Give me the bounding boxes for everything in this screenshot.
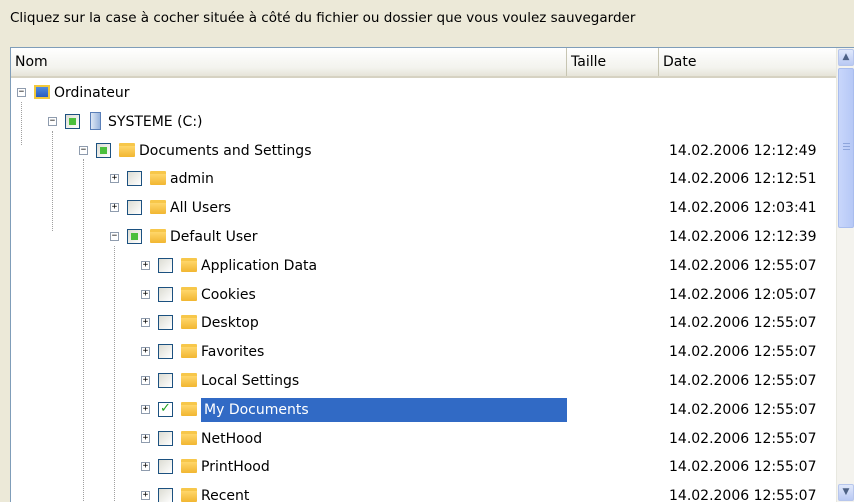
tree-rows: − Ordinateur − SYSTEME (C:) − Documents and S… bbox=[11, 79, 837, 502]
tree-item-label[interactable]: Application Data bbox=[201, 252, 317, 280]
collapse-toggle[interactable]: − bbox=[79, 145, 88, 155]
folder-icon bbox=[150, 229, 166, 243]
tree-row[interactable]: − Documents and Settings 14.02.2006 12:12:… bbox=[11, 137, 837, 165]
folder-icon bbox=[181, 373, 197, 387]
scroll-up-button[interactable]: ▲ bbox=[838, 49, 854, 66]
backup-checkbox[interactable] bbox=[127, 200, 142, 216]
backup-checkbox[interactable] bbox=[65, 113, 80, 129]
folder-icon bbox=[181, 344, 197, 359]
expand-toggle[interactable]: + bbox=[141, 491, 150, 501]
column-header-date[interactable]: Date bbox=[659, 48, 837, 76]
tree-item-label[interactable]: Ordinateur bbox=[54, 79, 130, 107]
tree-item-label[interactable]: PrintHood bbox=[201, 453, 270, 481]
collapse-toggle[interactable]: − bbox=[48, 116, 57, 126]
collapse-toggle[interactable]: − bbox=[17, 88, 26, 97]
tree-row[interactable]: − Default User 14.02.2006 12:12:39 bbox=[11, 223, 837, 251]
expand-toggle[interactable]: + bbox=[141, 404, 150, 414]
tree-row[interactable]: + PrintHood 14.02.2006 12:55:07 bbox=[11, 453, 837, 481]
item-date: 14.02.2006 12:55:07 bbox=[669, 257, 817, 274]
expand-toggle[interactable]: + bbox=[110, 203, 119, 213]
scroll-thumb[interactable] bbox=[838, 68, 854, 228]
tree-row[interactable]: + Desktop 14.02.2006 12:55:07 bbox=[11, 309, 837, 337]
expand-toggle[interactable]: + bbox=[141, 462, 150, 472]
tree-item-label[interactable]: Recent bbox=[201, 482, 249, 502]
expand-toggle[interactable]: + bbox=[110, 174, 119, 184]
tree-item-label[interactable]: Default User bbox=[170, 223, 258, 251]
folder-icon bbox=[181, 430, 197, 445]
folder-icon bbox=[181, 315, 197, 330]
tree-row[interactable]: + ✓ My Documents 14.02.2006 12:55:07 bbox=[11, 396, 837, 424]
backup-checkbox[interactable] bbox=[127, 171, 142, 187]
item-date: 14.02.2006 12:55:07 bbox=[669, 315, 817, 332]
tree-item-label[interactable]: Documents and Settings bbox=[139, 137, 311, 165]
expand-toggle[interactable]: + bbox=[141, 433, 150, 443]
tree-item-label[interactable]: All Users bbox=[170, 194, 231, 222]
tree-item-label[interactable]: My Documents bbox=[201, 397, 567, 422]
item-date: 14.02.2006 12:05:07 bbox=[669, 286, 817, 303]
tree-row[interactable]: + Local Settings 14.02.2006 12:55:07 bbox=[11, 367, 837, 395]
folder-icon bbox=[150, 171, 166, 186]
column-header-name[interactable]: Nom bbox=[11, 48, 567, 76]
folder-icon bbox=[181, 459, 197, 474]
backup-checkbox[interactable] bbox=[158, 488, 173, 502]
tree-row[interactable]: + All Users 14.02.2006 12:03:41 bbox=[11, 194, 837, 222]
backup-checkbox[interactable] bbox=[158, 430, 173, 446]
scroll-down-button[interactable]: ▼ bbox=[838, 484, 854, 501]
item-date: 14.02.2006 12:12:49 bbox=[669, 142, 817, 159]
backup-checkbox[interactable] bbox=[158, 459, 173, 475]
tree-row[interactable]: + admin 14.02.2006 12:12:51 bbox=[11, 165, 837, 193]
backup-checkbox[interactable] bbox=[158, 257, 173, 273]
item-date: 14.02.2006 12:03:41 bbox=[669, 200, 817, 217]
tree-item-label[interactable]: SYSTEME (C:) bbox=[108, 108, 203, 136]
column-header-size[interactable]: Taille bbox=[567, 48, 659, 76]
tree-row[interactable]: + Recent 14.02.2006 12:55:07 bbox=[11, 482, 837, 502]
item-date: 14.02.2006 12:55:07 bbox=[669, 344, 817, 361]
drive-icon bbox=[90, 111, 101, 130]
file-tree-view[interactable]: Nom Taille Date − Ordinateur − SYSTEME (C:)… bbox=[10, 47, 854, 502]
tree-item-label[interactable]: admin bbox=[170, 165, 214, 193]
backup-checkbox[interactable]: ✓ bbox=[158, 401, 173, 417]
tree-row[interactable]: − Ordinateur bbox=[11, 79, 837, 107]
item-date: 14.02.2006 12:55:07 bbox=[669, 430, 817, 447]
item-date: 14.02.2006 12:55:07 bbox=[669, 459, 817, 476]
tree-row[interactable]: − SYSTEME (C:) bbox=[11, 108, 837, 136]
folder-icon bbox=[181, 286, 197, 301]
folder-icon bbox=[119, 142, 135, 157]
backup-checkbox[interactable] bbox=[158, 373, 173, 388]
column-header: Nom Taille Date bbox=[11, 48, 837, 78]
instruction-text: Cliquez sur la case à cocher située à cô… bbox=[10, 10, 636, 26]
tree-item-label[interactable]: Favorites bbox=[201, 338, 264, 366]
tree-row[interactable]: + NetHood 14.02.2006 12:55:07 bbox=[11, 425, 837, 453]
item-date: 14.02.2006 12:55:07 bbox=[669, 401, 817, 418]
tree-row[interactable]: + Cookies 14.02.2006 12:05:07 bbox=[11, 281, 837, 309]
collapse-toggle[interactable]: − bbox=[110, 232, 119, 241]
expand-toggle[interactable]: + bbox=[141, 347, 150, 357]
item-date: 14.02.2006 12:12:39 bbox=[669, 229, 817, 245]
tree-item-label[interactable]: NetHood bbox=[201, 425, 262, 453]
tree-row[interactable]: + Application Data 14.02.2006 12:55:07 bbox=[11, 252, 837, 280]
tree-item-label[interactable]: Local Settings bbox=[201, 367, 299, 395]
computer-icon bbox=[34, 85, 50, 99]
item-date: 14.02.2006 12:55:07 bbox=[669, 373, 817, 389]
backup-checkbox[interactable] bbox=[158, 344, 173, 360]
tree-item-label[interactable]: Desktop bbox=[201, 309, 259, 337]
backup-checkbox[interactable] bbox=[96, 142, 111, 158]
item-date: 14.02.2006 12:55:07 bbox=[669, 488, 817, 502]
backup-checkbox[interactable] bbox=[127, 229, 142, 244]
tree-item-label[interactable]: Cookies bbox=[201, 281, 256, 309]
expand-toggle[interactable]: + bbox=[141, 376, 150, 385]
expand-toggle[interactable]: + bbox=[141, 260, 150, 270]
expand-toggle[interactable]: + bbox=[141, 318, 150, 328]
item-date: 14.02.2006 12:12:51 bbox=[669, 171, 817, 188]
folder-icon bbox=[181, 257, 197, 272]
folder-icon bbox=[181, 488, 197, 502]
backup-checkbox[interactable] bbox=[158, 315, 173, 331]
vertical-scrollbar[interactable]: ▲ ▼ bbox=[836, 48, 854, 502]
folder-icon bbox=[150, 200, 166, 215]
backup-checkbox[interactable] bbox=[158, 286, 173, 302]
tree-row[interactable]: + Favorites 14.02.2006 12:55:07 bbox=[11, 338, 837, 366]
expand-toggle[interactable]: + bbox=[141, 289, 150, 299]
folder-icon bbox=[181, 401, 197, 416]
